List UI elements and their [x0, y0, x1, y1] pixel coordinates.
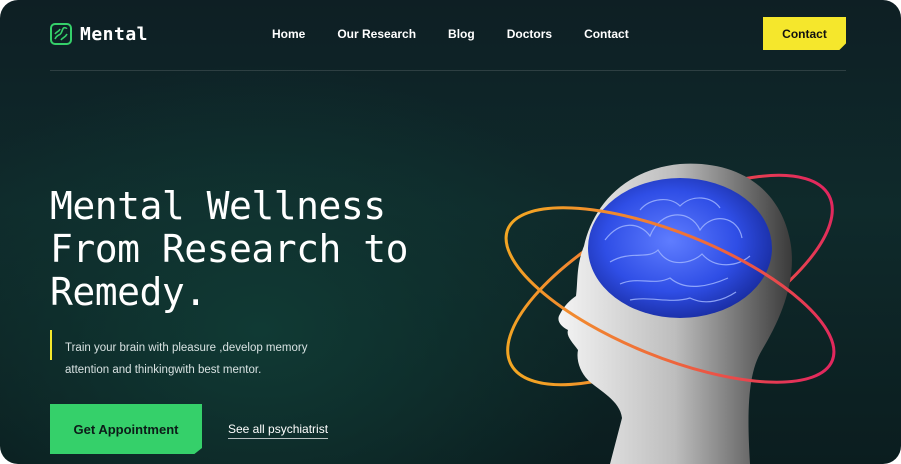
hero-description: Train your brain with pleasure ,develop …: [65, 337, 325, 381]
page-frame: Mental Home Our Research Blog Doctors Co…: [0, 0, 901, 464]
nav-item-doctors[interactable]: Doctors: [507, 27, 552, 41]
nav-item-blog[interactable]: Blog: [448, 27, 475, 41]
hero-title-line: Remedy.: [50, 270, 207, 315]
hero-title: Mental Wellness From Research to Remedy.: [50, 185, 480, 314]
brand-name: Mental: [80, 23, 149, 45]
contact-button[interactable]: Contact: [763, 17, 846, 50]
logo-icon: [50, 23, 72, 45]
hero-title-line: From Research to: [50, 227, 409, 272]
head-brain-illustration: [504, 163, 836, 464]
nav-item-home[interactable]: Home: [272, 27, 305, 41]
quote-accent-bar: [50, 330, 52, 360]
header-divider: [50, 70, 846, 71]
nav-item-contact[interactable]: Contact: [584, 27, 629, 41]
nav-item-our-research[interactable]: Our Research: [337, 27, 416, 41]
logo[interactable]: Mental: [50, 23, 148, 45]
brain-shape: [588, 178, 772, 318]
get-appointment-button[interactable]: Get Appointment: [50, 404, 202, 454]
main-nav: Home Our Research Blog Doctors Contact: [272, 27, 661, 41]
see-all-psychiatrist-link[interactable]: See all psychiatrist: [228, 422, 329, 439]
hero-title-line: Mental Wellness: [50, 184, 386, 229]
hero-description-line: attention and thinkingwith best mentor.: [65, 363, 262, 376]
hero-description-line: Train your brain with pleasure ,develop …: [65, 341, 308, 354]
